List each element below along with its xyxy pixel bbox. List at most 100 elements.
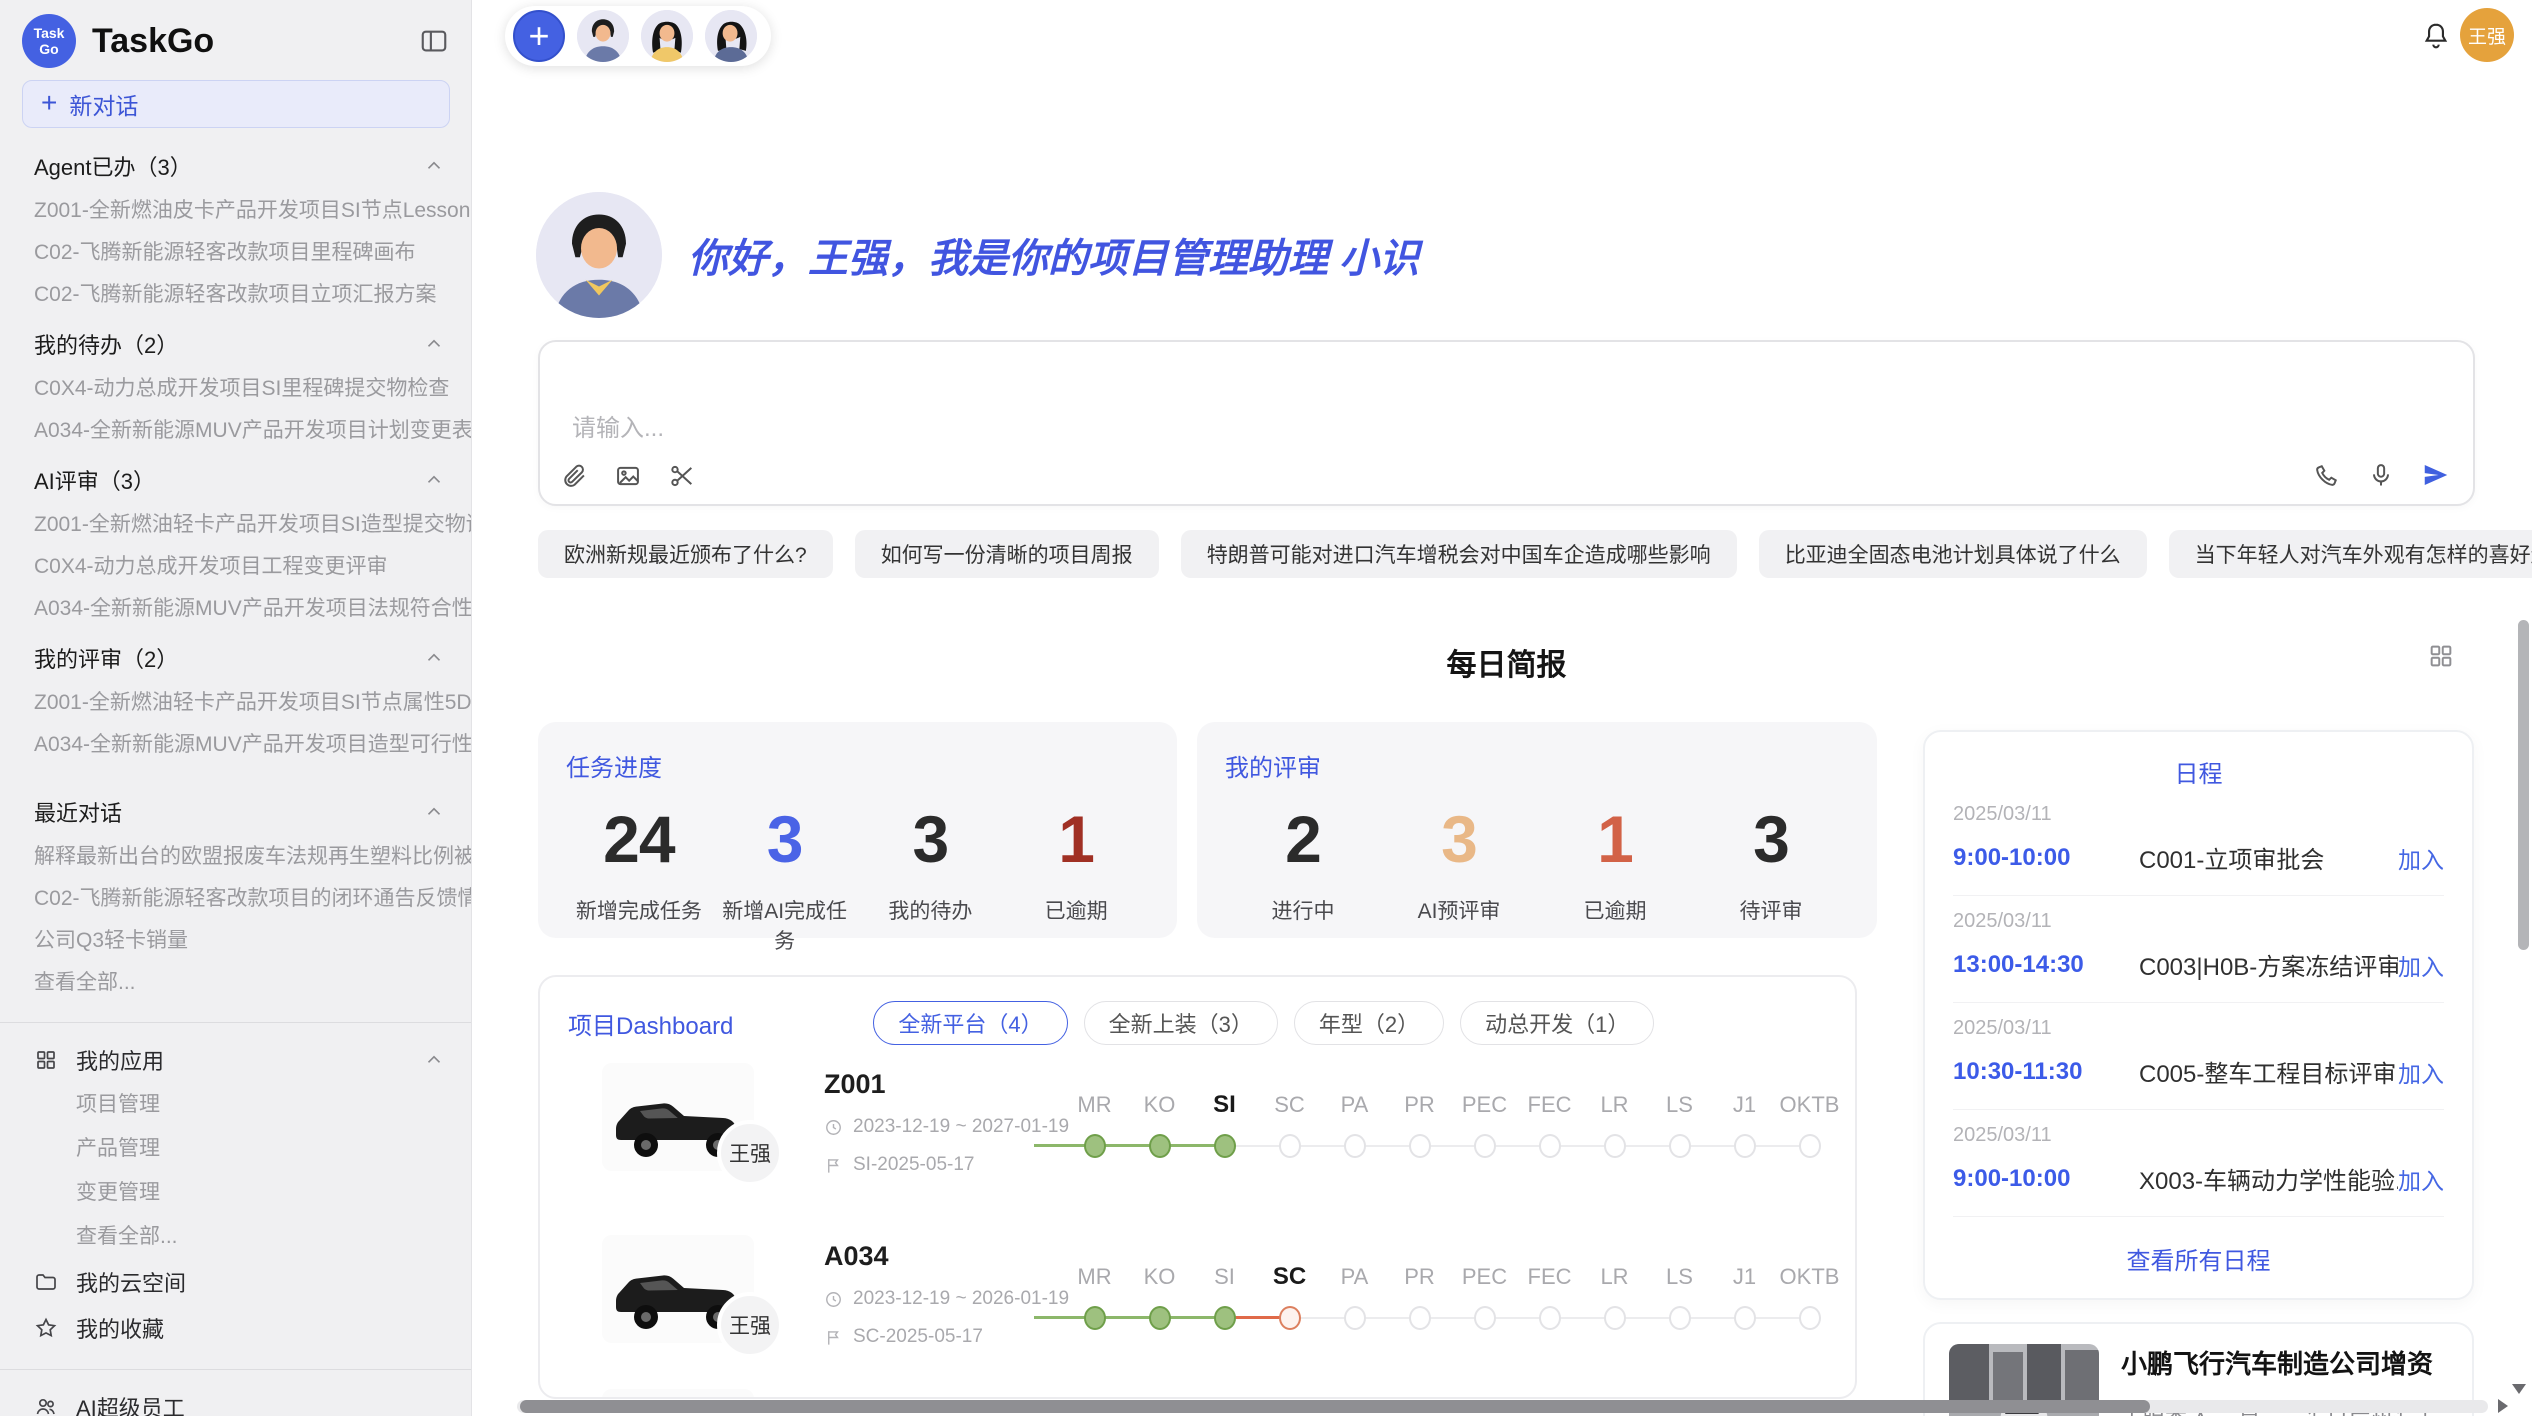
chevron-up-icon[interactable] bbox=[423, 333, 445, 355]
project-row[interactable]: 王强 Z001 2023-12-19 ~ 2027-01-19 SI-2025-… bbox=[568, 1063, 1827, 1213]
my-review-title: 我的评审 bbox=[1225, 748, 1849, 783]
milestone-dot bbox=[1799, 1306, 1821, 1330]
add-session-button[interactable]: + bbox=[513, 10, 565, 62]
chevron-up-icon[interactable] bbox=[423, 1049, 445, 1071]
milestone-dot bbox=[1474, 1306, 1496, 1330]
sidebar-app-project-mgmt[interactable]: 项目管理 bbox=[0, 1083, 471, 1127]
sidebar-item-view-all[interactable]: 查看全部... bbox=[0, 962, 471, 1004]
user-name: 王强 bbox=[2468, 22, 2506, 49]
suggestion-chip[interactable]: 当下年轻人对汽车外观有怎样的喜好趋势 bbox=[2169, 530, 2532, 578]
notification-bell-icon[interactable] bbox=[2420, 20, 2452, 52]
chat-composer[interactable]: 请输入... bbox=[538, 340, 2475, 506]
user-avatar[interactable]: 王强 bbox=[2460, 8, 2514, 62]
section-title: Agent已办（3） bbox=[34, 150, 192, 182]
plus-icon: + bbox=[41, 87, 57, 119]
sidebar-item[interactable]: Z001-全新燃油皮卡产品开发项目SI节点Lesson Learn报告 bbox=[0, 190, 471, 232]
tab-powertrain-dev[interactable]: 动总开发（1） bbox=[1460, 1001, 1654, 1045]
vertical-scrollbar-thumb[interactable] bbox=[2518, 620, 2529, 950]
sidebar-my-apps[interactable]: 我的应用 bbox=[0, 1037, 471, 1083]
layout-grid-icon[interactable] bbox=[2427, 642, 2455, 670]
join-link[interactable]: 加入 bbox=[2398, 1162, 2444, 1196]
collapse-sidebar-icon[interactable] bbox=[419, 26, 449, 56]
sidebar-my-favorites[interactable]: 我的收藏 bbox=[0, 1305, 471, 1351]
suggestion-chip[interactable]: 如何写一份清晰的项目周报 bbox=[855, 530, 1159, 578]
avatar[interactable] bbox=[577, 10, 629, 62]
send-icon[interactable] bbox=[2421, 460, 2451, 490]
tab-all-new-platform[interactable]: 全新平台（4） bbox=[873, 1001, 1067, 1045]
view-all-schedule-link[interactable]: 查看所有日程 bbox=[1953, 1241, 2444, 1276]
schedule-item: 2025/03/11 9:00-10:00 X003-车辆动力学性能验... 加… bbox=[1953, 1110, 2444, 1217]
scroll-right-arrow-icon[interactable] bbox=[2498, 1399, 2508, 1413]
milestone-dot bbox=[1409, 1134, 1431, 1158]
sidebar-item[interactable]: C0X4-动力总成开发项目工程变更评审 bbox=[0, 546, 471, 588]
project-dashboard-title: 项目Dashboard bbox=[568, 1006, 733, 1041]
new-chat-button[interactable]: + 新对话 bbox=[22, 80, 450, 128]
chevron-up-icon[interactable] bbox=[423, 469, 445, 491]
schedule-date: 2025/03/11 bbox=[1953, 1124, 2444, 1147]
milestone-label: KO bbox=[1127, 1260, 1192, 1294]
join-link[interactable]: 加入 bbox=[2398, 1055, 2444, 1089]
sidebar-item[interactable]: C0X4-动力总成开发项目SI里程碑提交物检查 bbox=[0, 368, 471, 410]
avatar[interactable] bbox=[705, 10, 757, 62]
suggestion-chips: 欧洲新规最近颁布了什么? 如何写一份清晰的项目周报 特朗普可能对进口汽车增税会对… bbox=[538, 530, 2532, 578]
horizontal-scrollbar-track[interactable] bbox=[517, 1400, 2488, 1413]
microphone-icon[interactable] bbox=[2367, 461, 2395, 489]
tab-year-model[interactable]: 年型（2） bbox=[1294, 1001, 1444, 1045]
attachment-icon[interactable] bbox=[560, 462, 588, 490]
sidebar-item[interactable]: C02-飞腾新能源轻客改款项目立项汇报方案 bbox=[0, 274, 471, 316]
sidebar-section-my-review[interactable]: 我的评审（2） bbox=[0, 634, 471, 682]
new-chat-label: 新对话 bbox=[69, 87, 138, 121]
sidebar-item[interactable]: C02-飞腾新能源轻客改款项目里程碑画布 bbox=[0, 232, 471, 274]
suggestion-chip[interactable]: 比亚迪全固态电池计划具体说了什么 bbox=[1759, 530, 2147, 578]
sidebar-section-recent-chats[interactable]: 最近对话 bbox=[0, 788, 471, 836]
sidebar-my-cloud[interactable]: 我的云空间 bbox=[0, 1259, 471, 1305]
greeting-text: 你好，王强，我是你的项目管理助理 小识 bbox=[688, 226, 1419, 284]
tab-new-body[interactable]: 全新上装（3） bbox=[1084, 1001, 1278, 1045]
chevron-up-icon[interactable] bbox=[423, 801, 445, 823]
suggestion-chip[interactable]: 特朗普可能对进口汽车增税会对中国车企造成哪些影响 bbox=[1181, 530, 1737, 578]
sidebar-item[interactable]: Z001-全新燃油轻卡产品开发项目SI造型提交物评审 bbox=[0, 504, 471, 546]
milestone-label: SC bbox=[1257, 1088, 1322, 1122]
avatar[interactable] bbox=[641, 10, 693, 62]
sidebar-item[interactable]: 公司Q3轻卡销量 bbox=[0, 920, 471, 962]
sidebar-item[interactable]: A034-全新新能源MUV产品开发项目法规符合性评审 bbox=[0, 588, 471, 630]
sidebar-item[interactable]: A034-全新新能源MUV产品开发项目造型可行性评审 bbox=[0, 724, 471, 766]
project-row[interactable]: 王强 A034 2023-12-19 ~ 2026-01-19 SC-2025-… bbox=[568, 1235, 1827, 1385]
sidebar-item[interactable]: C02-飞腾新能源轻客改款项目的闭环通告反馈情况 bbox=[0, 878, 471, 920]
sidebar-section-my-todo[interactable]: 我的待办（2） bbox=[0, 320, 471, 368]
milestone-label: LR bbox=[1582, 1260, 1647, 1294]
milestone-dot bbox=[1344, 1306, 1366, 1330]
chevron-up-icon[interactable] bbox=[423, 647, 445, 669]
chevron-up-icon[interactable] bbox=[423, 155, 445, 177]
sidebar-item[interactable]: Z001-全新燃油轻卡产品开发项目SI节点属性5D文件评审 bbox=[0, 682, 471, 724]
sidebar-item[interactable]: 解释最新出台的欧盟报废车法规再生塑料比例被调至15%... bbox=[0, 836, 471, 878]
sidebar-ai-superstaff[interactable]: AI超级员工 bbox=[0, 1384, 471, 1416]
sidebar-app-product-mgmt[interactable]: 产品管理 bbox=[0, 1127, 471, 1171]
milestone-dot-done bbox=[1149, 1306, 1171, 1330]
sidebar-section-agent-done[interactable]: Agent已办（3） bbox=[0, 142, 471, 190]
schedule-title: 日程 bbox=[1953, 754, 2444, 789]
schedule-date: 2025/03/11 bbox=[1953, 1017, 2444, 1040]
stat-label: 新增AI完成任务 bbox=[712, 895, 858, 955]
join-link[interactable]: 加入 bbox=[2398, 841, 2444, 875]
milestone-label: OKTB bbox=[1777, 1260, 1842, 1294]
milestone-label: FEC bbox=[1517, 1088, 1582, 1122]
sidebar-section-ai-review[interactable]: AI评审（3） bbox=[0, 456, 471, 504]
sidebar-app-view-all[interactable]: 查看全部... bbox=[0, 1215, 471, 1259]
project-flag-milestone: SI-2025-05-17 bbox=[853, 1154, 974, 1176]
image-upload-icon[interactable] bbox=[614, 462, 642, 490]
join-link[interactable]: 加入 bbox=[2398, 948, 2444, 982]
schedule-date: 2025/03/11 bbox=[1953, 803, 2444, 826]
my-apps-label: 我的应用 bbox=[76, 1044, 164, 1076]
scroll-down-arrow-icon[interactable] bbox=[2512, 1384, 2526, 1394]
flag-icon bbox=[824, 1328, 843, 1347]
horizontal-scrollbar-thumb[interactable] bbox=[520, 1400, 2150, 1413]
sidebar-app-change-mgmt[interactable]: 变更管理 bbox=[0, 1171, 471, 1215]
voice-call-icon[interactable] bbox=[2313, 461, 2341, 489]
screenshot-scissors-icon[interactable] bbox=[668, 462, 696, 490]
sidebar-item[interactable]: A034-全新新能源MUV产品开发项目计划变更表编写 bbox=[0, 410, 471, 452]
suggestion-chip[interactable]: 欧洲新规最近颁布了什么? bbox=[538, 530, 833, 578]
milestone-label: MR bbox=[1062, 1260, 1127, 1294]
milestone-label: PA bbox=[1322, 1260, 1387, 1294]
stat-value: 1 bbox=[1537, 801, 1693, 877]
